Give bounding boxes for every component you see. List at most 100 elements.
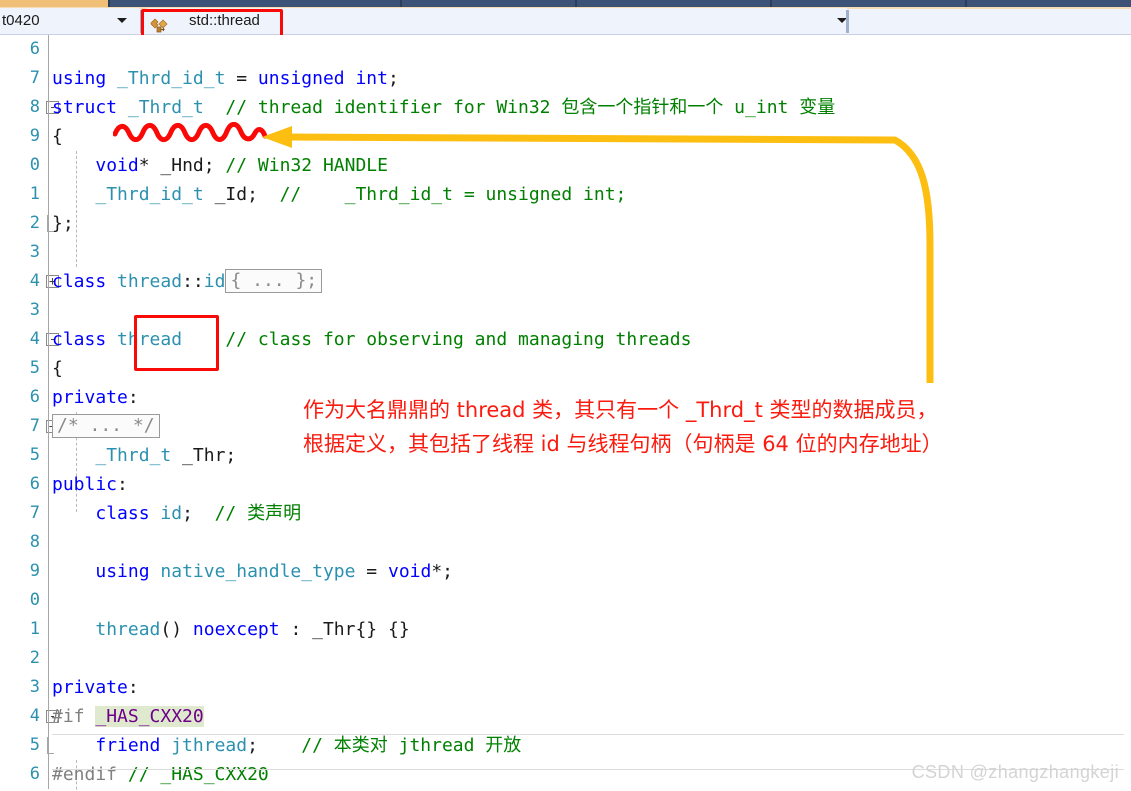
code-token: _Thr;: [171, 445, 237, 466]
code-token: using: [95, 561, 161, 582]
line-number: 0: [29, 590, 40, 610]
scope-dropdown[interactable]: t0420: [0, 8, 139, 33]
code-token: public: [52, 474, 118, 495]
code-line[interactable]: struct _Thrd_t // thread identifier for …: [52, 93, 835, 122]
combo-separator: [846, 10, 849, 33]
code-token: ;: [387, 68, 399, 89]
code-line[interactable]: };: [52, 209, 74, 238]
code-token: ::: [182, 271, 204, 292]
line-number: 4: [29, 271, 40, 291]
code-token: _HAS_CXX20: [95, 706, 204, 727]
code-line[interactable]: friend jthread; // 本类对 jthread 开放: [52, 731, 521, 760]
code-comment: // _HAS_CXX20: [127, 764, 269, 785]
code-token: * _Hnd;: [138, 155, 226, 176]
code-line[interactable]: _Thrd_id_t _Id; // _Thrd_id_t = unsigned…: [52, 180, 626, 209]
line-number: 7: [29, 68, 40, 88]
code-line[interactable]: private:: [52, 383, 139, 412]
code-token: thread: [95, 619, 161, 640]
scope-dropdown-value: t0420: [2, 12, 40, 29]
line-number: 5: [29, 445, 40, 465]
line-number: 6: [29, 474, 40, 494]
code-line[interactable]: void* _Hnd; // Win32 HANDLE: [52, 151, 388, 180]
tab-seam: [965, 0, 967, 7]
current-line-top-border: [52, 734, 1124, 735]
code-token: id: [160, 503, 183, 524]
code-token: noexcept: [192, 619, 280, 640]
code-line[interactable]: {: [52, 122, 63, 151]
code-token: void: [95, 155, 139, 176]
code-token: _Thrd_t: [95, 445, 172, 466]
code-token: id: [203, 271, 226, 292]
chevron-down-icon: [117, 18, 127, 23]
tab-seam: [770, 0, 772, 7]
code-token: class: [52, 271, 118, 292]
code-line[interactable]: #endif // _HAS_CXX20: [52, 760, 269, 789]
line-number: 2: [29, 648, 40, 668]
code-comment: // 类声明: [214, 503, 302, 524]
annotation-note-line-1: 作为大名鼎鼎的 thread 类，其只有一个 _Thrd_t 类型的数据成员，: [303, 398, 938, 422]
code-token: {: [52, 358, 63, 379]
code-token: _Id;: [203, 184, 280, 205]
thread-keyword-highlight-box: [134, 315, 219, 371]
line-number: 8: [29, 532, 40, 552]
code-token: *;: [431, 561, 454, 582]
code-token: jthread: [171, 735, 248, 756]
code-comment: // class for observing and managing thre…: [225, 329, 692, 350]
code-token: :: [127, 677, 139, 698]
active-document-tab[interactable]: [0, 0, 108, 7]
code-token: _Thrd_id_t: [117, 68, 226, 89]
code-line[interactable]: /* ... */: [52, 412, 160, 441]
code-token: };: [52, 213, 74, 234]
line-number: 2: [29, 213, 40, 233]
code-token: native_handle_type: [160, 561, 356, 582]
line-number: 9: [29, 561, 40, 581]
code-token: _Thrd_id_t: [95, 184, 204, 205]
code-token: {: [52, 126, 63, 147]
tab-seam: [400, 0, 402, 7]
window-tab-strip: [0, 0, 1131, 7]
line-number: 9: [29, 126, 40, 146]
line-number: 1: [29, 184, 40, 204]
code-line[interactable]: private:: [52, 673, 139, 702]
code-line[interactable]: {: [52, 354, 63, 383]
tab-seam: [575, 0, 577, 7]
code-line[interactable]: using native_handle_type = void*;: [52, 557, 453, 586]
line-number: 3: [29, 300, 40, 320]
collapsed-region[interactable]: { ... };: [225, 269, 323, 293]
code-line[interactable]: thread() noexcept : _Thr{} {}: [52, 615, 410, 644]
code-comment: // thread identifier for Win32 包含一个指针和一个…: [225, 97, 836, 118]
code-line[interactable]: using _Thrd_id_t = unsigned int;: [52, 64, 399, 93]
line-number: 5: [29, 358, 40, 378]
code-token: struct: [52, 97, 128, 118]
code-line[interactable]: _Thrd_t _Thr;: [52, 441, 236, 470]
code-line[interactable]: public:: [52, 470, 128, 499]
line-number: 4: [29, 329, 40, 349]
code-token: : _Thr{} {}: [279, 619, 410, 640]
line-number: 5: [29, 735, 40, 755]
code-token: class: [52, 329, 118, 350]
code-line[interactable]: class id; // 类声明: [52, 499, 301, 528]
code-token: thread: [117, 271, 183, 292]
code-comment: // _Thrd_id_t = unsigned int;: [279, 184, 627, 205]
code-comment: // Win32 HANDLE: [225, 155, 388, 176]
line-number: 3: [29, 242, 40, 262]
line-number: 1: [29, 619, 40, 639]
code-line[interactable]: class thread::id{ ... };: [52, 267, 323, 296]
code-token: private: [52, 387, 128, 408]
annotation-note-line-2: 根据定义，其包括了线程 id 与线程句柄（句柄是 64 位的内存地址）: [303, 432, 943, 456]
code-token: class: [95, 503, 161, 524]
collapsed-region[interactable]: /* ... */: [52, 414, 160, 438]
code-line[interactable]: #if _HAS_CXX20: [52, 702, 204, 731]
code-token: (): [160, 619, 193, 640]
code-token: #if: [52, 706, 96, 727]
code-token: unsigned int: [257, 68, 388, 89]
line-number: 6: [29, 39, 40, 59]
line-number: 6: [29, 387, 40, 407]
